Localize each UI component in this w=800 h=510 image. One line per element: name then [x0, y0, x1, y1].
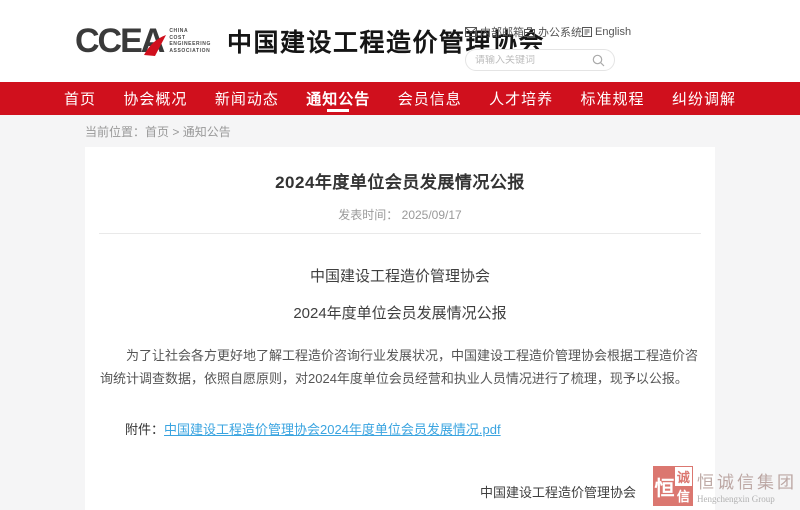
publish-time: 发表时间： 2025/09/17 — [85, 206, 715, 223]
attachment-link[interactable]: 中国建设工程造价管理协会2024年度单位会员发展情况.pdf — [164, 422, 501, 437]
breadcrumb-home-link[interactable]: 首页 — [145, 125, 169, 139]
watermark-name-en: Hengchengxin Group — [697, 494, 797, 504]
breadcrumb: 当前位置：首页 > 通知公告 — [85, 115, 715, 147]
nav-item-disputes[interactable]: 纠纷调解 — [672, 82, 736, 115]
nav-item-notices[interactable]: 通知公告 — [306, 82, 370, 115]
nav-item-home[interactable]: 首页 — [64, 82, 96, 115]
breadcrumb-separator: > — [172, 125, 179, 139]
attachment-row: 附件：中国建设工程造价管理协会2024年度单位会员发展情况.pdf — [125, 419, 715, 438]
signature-name: 中国建设工程造价管理协会 — [458, 482, 658, 501]
nav-item-about[interactable]: 协会概况 — [123, 82, 187, 115]
article-title: 2024年度单位会员发展情况公报 — [85, 147, 715, 193]
title-divider — [99, 233, 701, 234]
header-utilities: 内部邮箱 办公系统 English — [465, 24, 615, 71]
logo-acronym: CCEA — [75, 24, 163, 58]
breadcrumb-prefix: 当前位置： — [85, 125, 145, 139]
search-input[interactable] — [475, 55, 592, 66]
search-box — [465, 49, 615, 71]
article-subtitle-line: 2024年度单位会员发展情况公报 — [85, 302, 715, 323]
quick-link-oa-system[interactable]: 办公系统 — [524, 24, 582, 40]
search-icon[interactable] — [592, 54, 605, 67]
breadcrumb-current[interactable]: 通知公告 — [183, 125, 231, 139]
watermark-seal: 恒 诚 信 — [653, 466, 693, 506]
article-paragraph: 为了让社会各方更好地了解工程造价咨询行业发展状况，中国建设工程造价管理协会根据工… — [100, 344, 700, 390]
logo-subtext: CHINA COST ENGINEERING ASSOCIATION — [169, 28, 211, 54]
main-nav: 首页 协会概况 新闻动态 通知公告 会员信息 人才培养 标准规程 纠纷调解 — [0, 82, 800, 115]
attachment-label: 附件： — [125, 422, 164, 437]
watermark-name: 恒诚信集团 — [697, 468, 797, 493]
article-card: 2024年度单位会员发展情况公报 发表时间： 2025/09/17 中国建设工程… — [85, 147, 715, 510]
signature-block: 中国建设工程造价管理协会 2025年9月17日 — [458, 482, 658, 510]
article-org-line: 中国建设工程造价管理协会 — [85, 265, 715, 286]
watermark: 恒 诚 信 恒诚信集团 Hengchengxin Group — [653, 466, 797, 506]
briefcase-icon — [524, 27, 535, 37]
quick-link-mail[interactable]: 内部邮箱 — [465, 24, 524, 40]
top-header: CCEA CHINA COST ENGINEERING ASSOCIATION … — [0, 0, 800, 82]
nav-item-members[interactable]: 会员信息 — [398, 82, 462, 115]
translate-icon — [582, 27, 592, 37]
logo-swoosh-icon — [143, 35, 167, 57]
nav-item-standards[interactable]: 标准规程 — [581, 82, 645, 115]
nav-item-training[interactable]: 人才培养 — [489, 82, 553, 115]
quick-link-english[interactable]: English — [582, 26, 631, 38]
site-logo[interactable]: CCEA CHINA COST ENGINEERING ASSOCIATION — [75, 24, 211, 58]
nav-item-news[interactable]: 新闻动态 — [215, 82, 279, 115]
mail-icon — [465, 27, 477, 37]
